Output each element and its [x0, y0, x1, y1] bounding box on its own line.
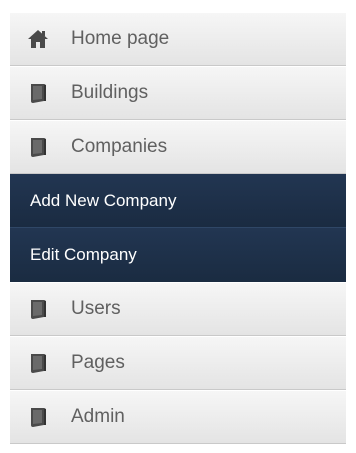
menu-item-label: Users	[71, 298, 121, 319]
menu-item-companies[interactable]: Companies	[10, 120, 346, 174]
menu-item-label: Home page	[71, 28, 170, 49]
submenu-item-add-new-company[interactable]: Add New Company	[10, 174, 346, 228]
book-icon	[27, 406, 49, 428]
book-icon	[27, 136, 49, 158]
menu-item-label: Companies	[71, 136, 168, 157]
menu-item-label: Admin	[71, 406, 125, 427]
home-icon	[27, 28, 49, 50]
book-icon	[27, 352, 49, 374]
companies-submenu: Add New Company Edit Company	[10, 174, 346, 282]
menu-item-buildings[interactable]: Buildings	[10, 66, 346, 120]
companies-submenu-container: Add New Company Edit Company	[10, 174, 346, 282]
menu-item-home-page[interactable]: Home page	[10, 12, 346, 66]
menu-item-label: Buildings	[71, 82, 149, 103]
menu-item-label: Pages	[71, 352, 125, 373]
menu-item-users[interactable]: Users	[10, 282, 346, 336]
book-icon	[27, 82, 49, 104]
menu-item-admin[interactable]: Admin	[10, 390, 346, 444]
menu-item-pages[interactable]: Pages	[10, 336, 346, 390]
book-icon	[27, 298, 49, 320]
submenu-item-edit-company[interactable]: Edit Company	[10, 228, 346, 282]
sidebar-menu: Home page Buildings Companies Add New Co…	[10, 12, 346, 444]
